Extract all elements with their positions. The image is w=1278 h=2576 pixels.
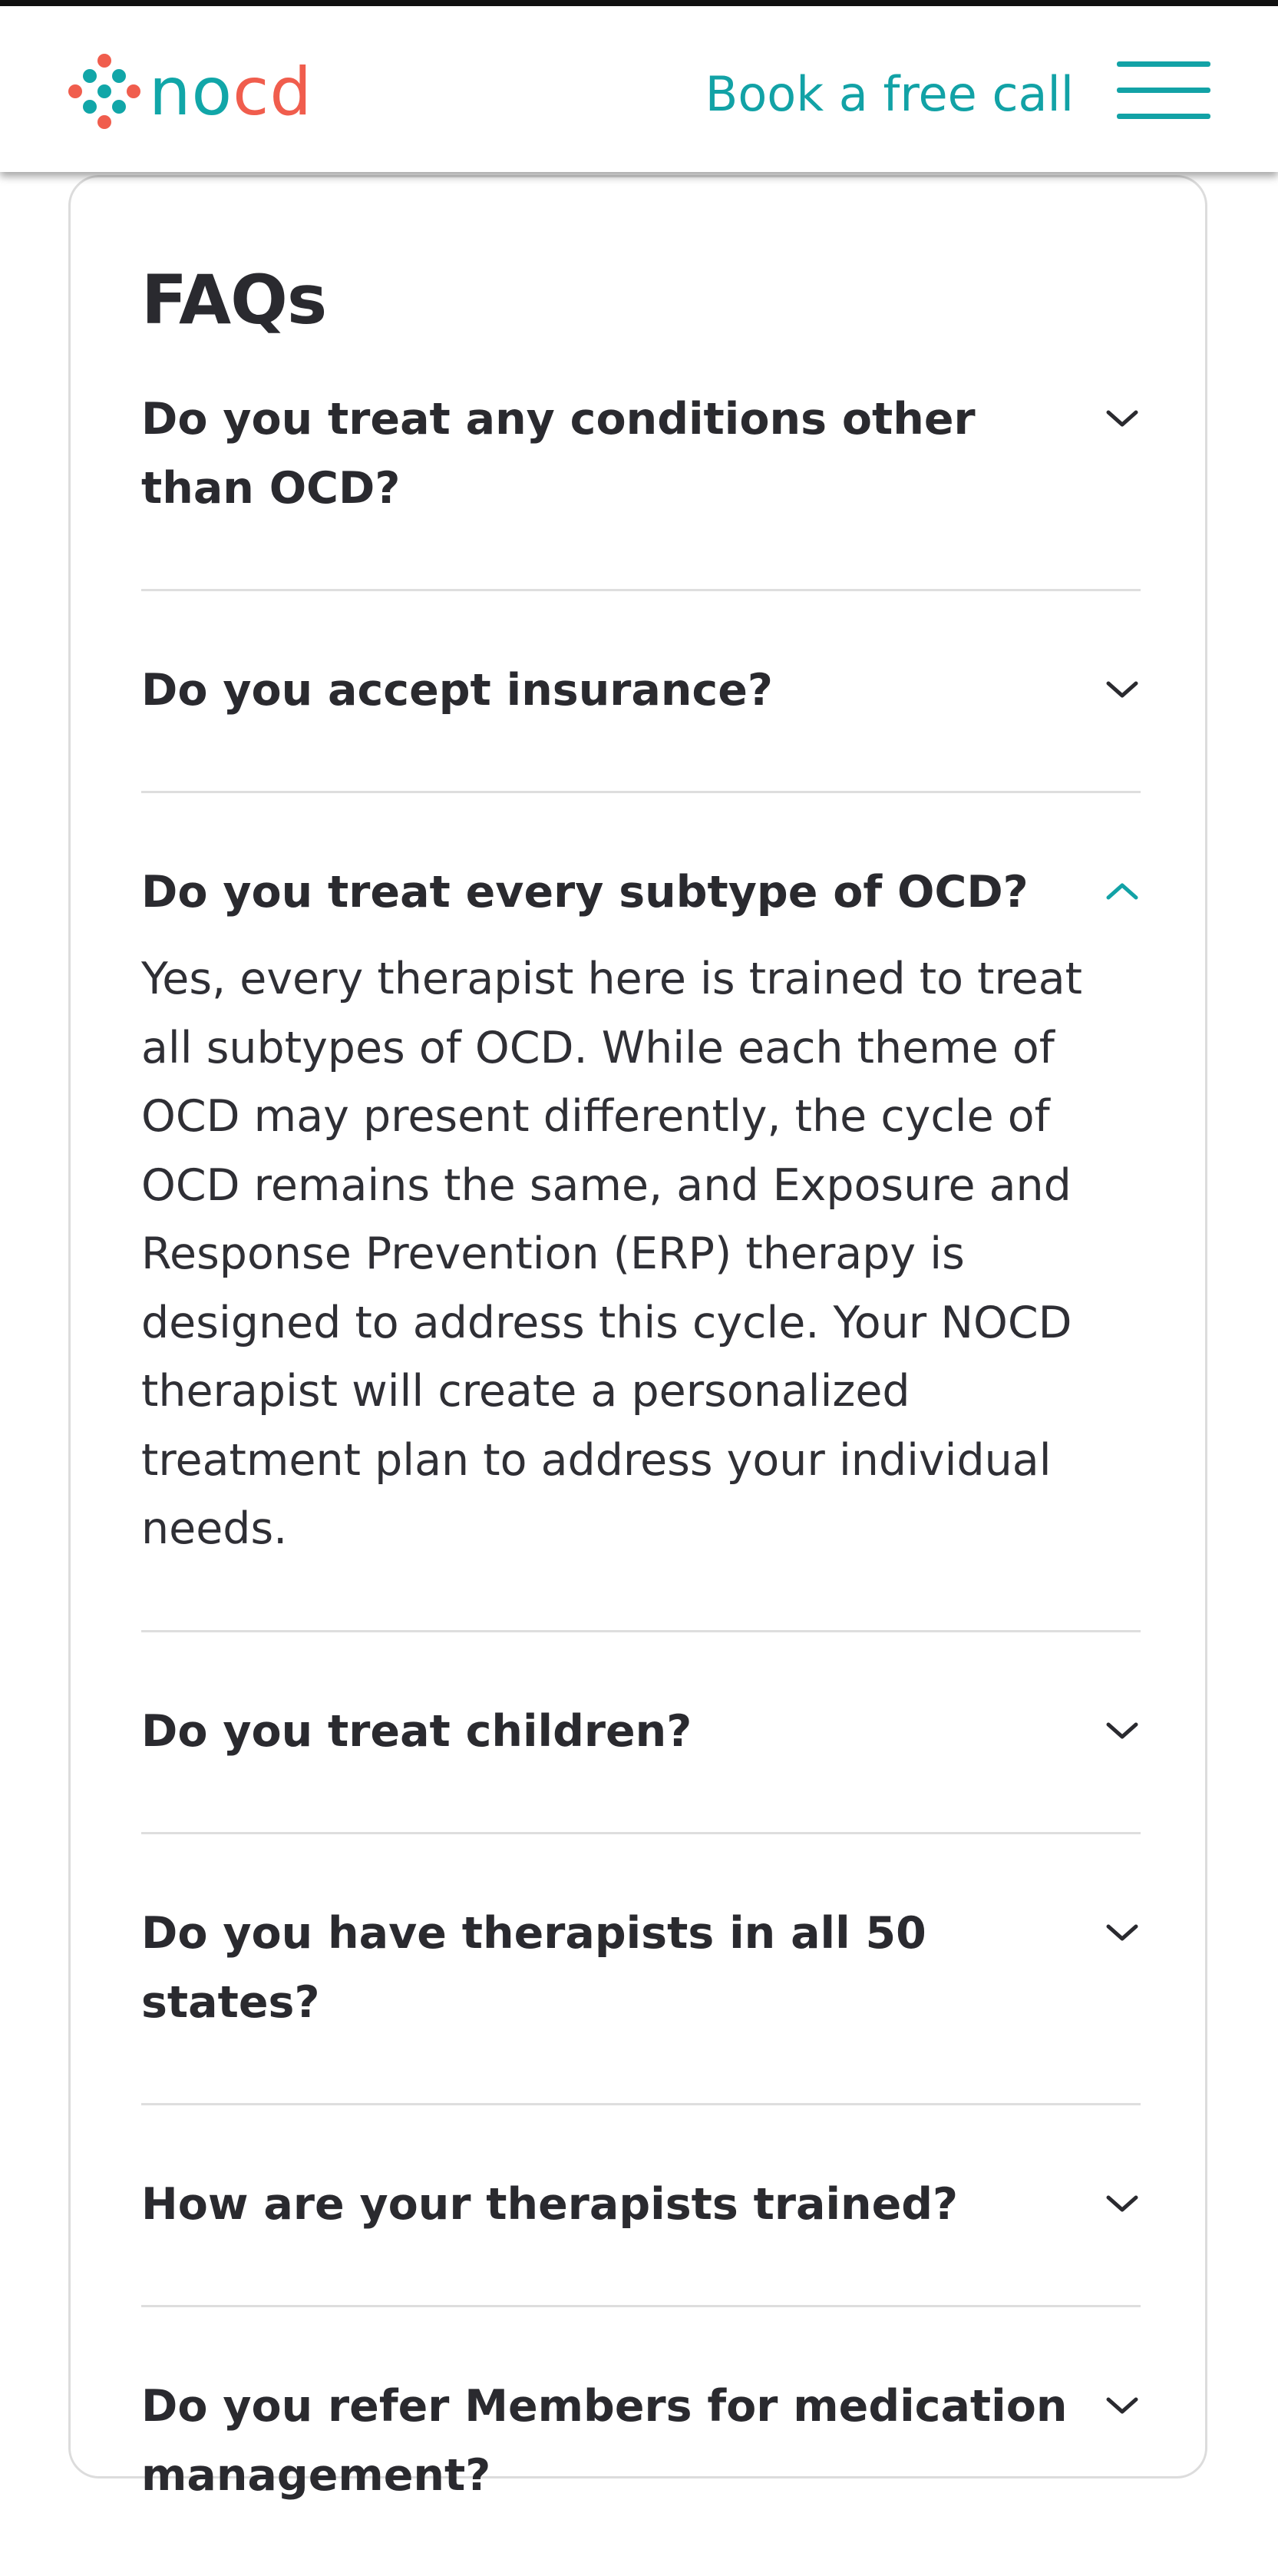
site-header: nocd Book a free call — [0, 6, 1278, 172]
faq-question-text: Do you refer Members for medication mana… — [141, 2380, 1068, 2501]
faq-item-expanded: Do you treat every subtype of OCD? Yes, … — [141, 793, 1141, 1632]
book-free-call-link[interactable]: Book a free call — [705, 60, 1074, 129]
faq-question-text: Do you treat any conditions other than O… — [141, 394, 976, 514]
faq-answer-text: Yes, every therapist here is trained to … — [141, 954, 1082, 1554]
faq-question-toggle[interactable]: Do you treat any conditions other than O… — [141, 385, 1141, 523]
chevron-down-icon — [1106, 2397, 1138, 2413]
faq-item: Do you have therapists in all 50 states? — [141, 1834, 1141, 2105]
faq-question-text: Do you have therapists in all 50 states? — [141, 1907, 926, 2028]
faq-question-text: Do you accept insurance? — [141, 665, 773, 716]
logo-text-part2: cd — [233, 54, 312, 131]
faq-heading: FAQs — [141, 260, 327, 339]
nocd-logo-wordmark: nocd — [149, 59, 312, 125]
chevron-up-icon — [1106, 883, 1138, 900]
faq-question-text: Do you treat every subtype of OCD? — [141, 867, 1029, 918]
nocd-logo-mark-icon — [66, 54, 143, 131]
faq-question-text: Do you treat children? — [141, 1705, 692, 1757]
chevron-down-icon — [1106, 410, 1138, 427]
chevron-down-icon — [1106, 1924, 1138, 1940]
chevron-down-icon — [1106, 681, 1138, 698]
faq-question-toggle[interactable]: How are your therapists trained? — [141, 2170, 1141, 2239]
faq-question-toggle[interactable]: Do you treat children? — [141, 1697, 1141, 1766]
status-bar-strip — [0, 0, 1278, 6]
faq-item: Do you treat any conditions other than O… — [141, 385, 1141, 591]
faq-item: Do you accept insurance? — [141, 591, 1141, 793]
faq-list: Do you treat any conditions other than O… — [141, 385, 1141, 2576]
logo-text-part1: no — [149, 54, 233, 131]
chevron-down-icon — [1106, 2195, 1138, 2211]
faq-item: How are your therapists trained? — [141, 2105, 1141, 2307]
faq-item: Do you treat children? — [141, 1632, 1141, 1834]
faq-question-toggle[interactable]: Do you treat every subtype of OCD? — [141, 858, 1141, 927]
faq-question-toggle[interactable]: Do you have therapists in all 50 states? — [141, 1899, 1141, 2037]
faq-question-toggle[interactable]: Do you refer Members for medication mana… — [141, 2372, 1141, 2510]
faq-question-toggle[interactable]: Do you accept insurance? — [141, 656, 1141, 725]
hamburger-menu-icon[interactable] — [1117, 57, 1210, 123]
faq-question-text: How are your therapists trained? — [141, 2178, 959, 2230]
nocd-logo[interactable]: nocd — [66, 51, 312, 134]
faq-item: Do you refer Members for medication mana… — [141, 2307, 1141, 2576]
faq-card: FAQs Do you treat any conditions other t… — [68, 175, 1207, 2501]
chevron-down-icon — [1106, 1722, 1138, 1738]
